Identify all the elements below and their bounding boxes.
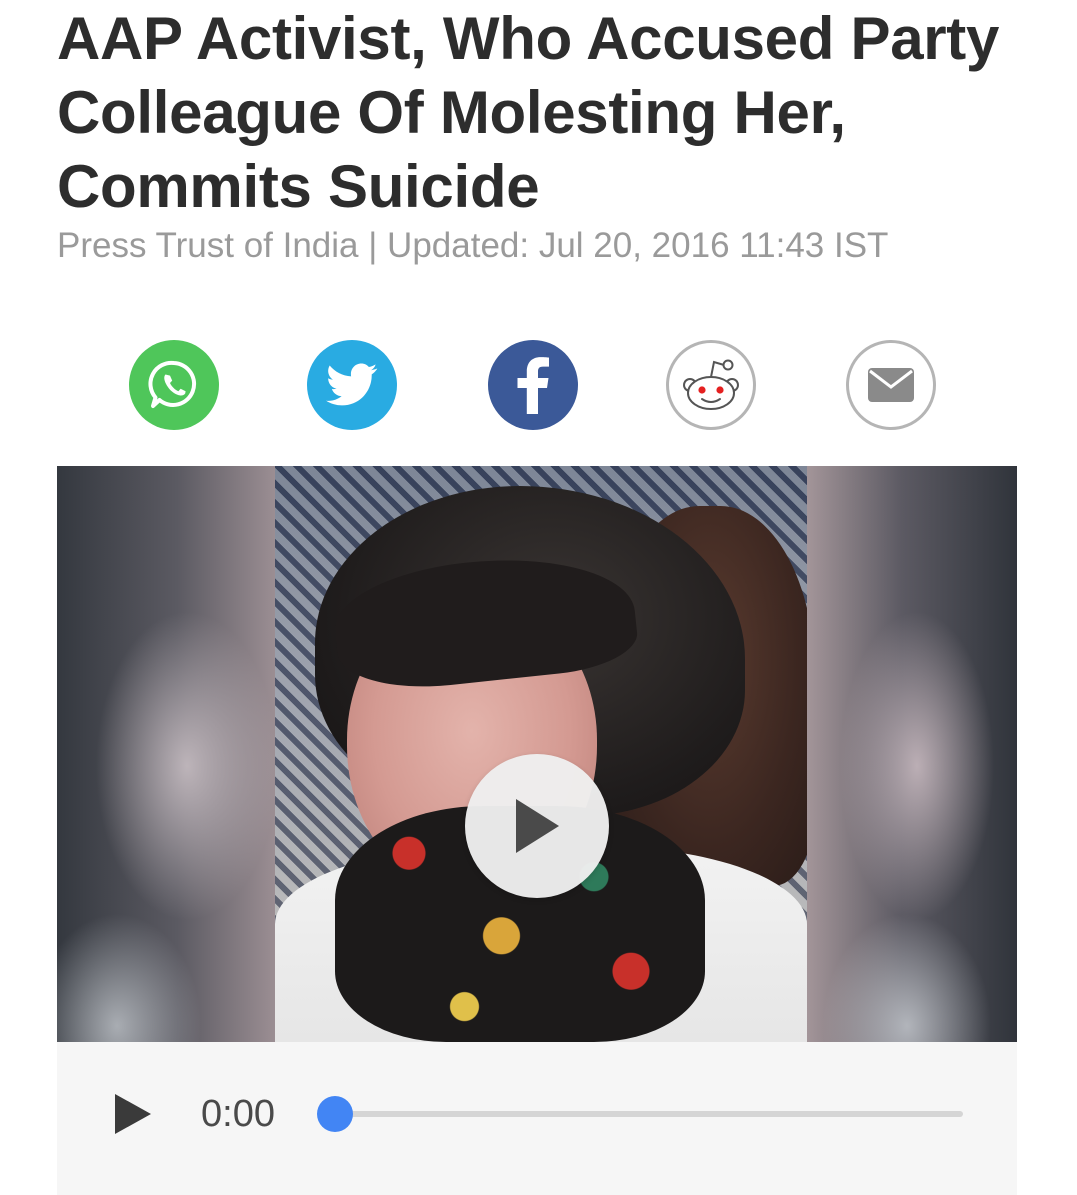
envelope-icon [868,368,914,402]
play-icon [115,1094,151,1134]
share-bar [0,340,1077,430]
current-time: 0:00 [201,1093,275,1135]
twitter-bird-icon [326,363,378,406]
whatsapp-icon [148,360,197,408]
seek-handle[interactable] [317,1096,353,1132]
video-player[interactable] [57,466,1017,1042]
media-controls: 0:00 [57,1042,1017,1195]
share-reddit-button[interactable] [666,340,756,430]
article-headline: AAP Activist, Who Accused Party Colleagu… [57,5,1000,220]
reddit-alien-icon [683,359,739,410]
share-twitter-button[interactable] [307,340,397,430]
share-whatsapp-button[interactable] [129,340,219,430]
facebook-f-icon [517,357,549,414]
share-email-button[interactable] [846,340,936,430]
video-play-button[interactable] [465,754,609,898]
article-byline: Press Trust of India | Updated: Jul 20, … [57,226,889,265]
play-icon [516,799,559,853]
video-blur-left [57,466,275,1042]
control-play-button[interactable] [111,1090,155,1138]
seek-bar[interactable] [335,1111,963,1117]
share-facebook-button[interactable] [488,340,578,430]
video-blur-right [807,466,1017,1042]
